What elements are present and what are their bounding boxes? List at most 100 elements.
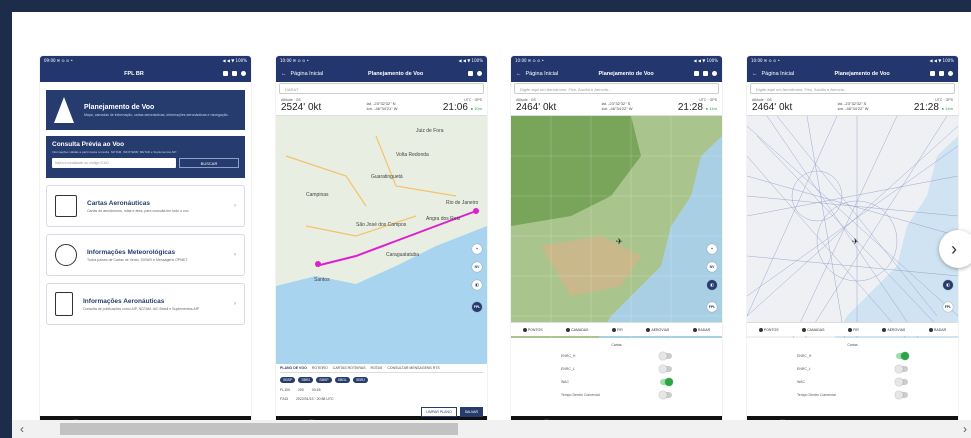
scroll-left-arrow-icon[interactable]: ‹ xyxy=(20,420,24,438)
tab-radar[interactable]: RADAR xyxy=(928,327,946,332)
carousel-next-button[interactable]: › xyxy=(939,230,971,268)
clear-plan-button[interactable]: LIMPAR PLANO xyxy=(421,407,457,417)
screenshot-terrain-map[interactable]: 10:00 ✉ ⊙ ⊙ • ◀ ◀ ▼ 100% ← Página Inicia… xyxy=(511,56,722,429)
tab-fir[interactable]: FIR xyxy=(848,327,859,332)
tab-pontos[interactable]: PONTOS xyxy=(522,327,543,332)
card-weather-info[interactable]: Informações Meteorológicas Todos países … xyxy=(46,234,245,276)
waypoint-chip[interactable]: SBRJ xyxy=(352,377,368,383)
card-aeronautical-info[interactable]: Informações Aeronáuticas Consulta de pub… xyxy=(46,283,245,325)
waypoint-chip[interactable]: SBSP xyxy=(280,377,296,383)
search-input[interactable]: DARAT xyxy=(279,83,484,94)
layers-button[interactable]: ◧ xyxy=(707,280,717,290)
layer-toggle-enrc-l[interactable] xyxy=(895,364,908,373)
layers-button[interactable]: ◧ xyxy=(472,280,482,290)
map-place-label: Campinas xyxy=(306,192,329,198)
flight-info-bar: Altitude · GS 2524' 0kt lat. -23°32'32" N… xyxy=(276,96,487,116)
nv-button[interactable]: NV xyxy=(472,262,482,272)
tab-roteiro[interactable]: ROTEIRO xyxy=(312,366,328,370)
scrollbar-thumb[interactable] xyxy=(60,423,458,435)
fpl-button[interactable]: FPL xyxy=(943,302,953,312)
gear-icon[interactable] xyxy=(477,71,482,76)
layer-toggle-wac[interactable] xyxy=(660,377,673,386)
back-label[interactable]: Página Inicial xyxy=(762,71,795,77)
back-label[interactable]: Página Inicial xyxy=(291,71,324,77)
gear-icon[interactable] xyxy=(712,71,717,76)
groundspeed-value: 0kt xyxy=(542,102,557,113)
layer-toggle-tempo[interactable] xyxy=(895,390,908,399)
fpl-button[interactable]: FPL xyxy=(472,302,482,312)
flight-planning-banner[interactable]: Planejamento de Voo Mapa, camadas de inf… xyxy=(46,90,245,130)
card-aeronautical-charts[interactable]: Cartas Aeronáuticas Cartas de aeródromos… xyxy=(46,185,245,227)
tab-pontos[interactable]: PONTOS xyxy=(758,327,779,332)
zoom-in-button[interactable]: + xyxy=(472,244,482,254)
utc-time: 21:06 xyxy=(442,102,468,113)
status-time: 10:00 ✉ ⊙ ⊙ • xyxy=(515,58,545,63)
layer-label: ENRC_L xyxy=(797,366,811,371)
altitude-value: 2524' xyxy=(281,102,306,113)
lock-icon[interactable] xyxy=(930,71,935,76)
tab-radar[interactable]: RADAR xyxy=(692,327,710,332)
tab-aerovias[interactable]: AEROVIAS xyxy=(882,327,905,332)
layers-button[interactable]: ◧ xyxy=(943,280,953,290)
nv-button[interactable]: NV xyxy=(707,262,717,272)
duration-field[interactable]: 00:45 xyxy=(312,388,321,392)
tab-rotas[interactable]: ROTAS xyxy=(371,366,383,370)
folder-icon[interactable] xyxy=(703,71,708,76)
back-arrow-icon[interactable]: ← xyxy=(281,71,287,77)
back-label[interactable]: Página Inicial xyxy=(526,71,559,77)
screenshot-route-map[interactable]: 10:00 ✉ ⊙ ⊙ • ◀ ◀ ▼ 100% ← Página Inicia… xyxy=(276,56,487,429)
app-bar: ← Página Inicial Planejamento de Voo xyxy=(276,65,487,82)
back-arrow-icon[interactable]: ← xyxy=(752,71,758,77)
tab-fir[interactable]: FIR xyxy=(612,327,623,332)
tab-camadas[interactable]: CAMADAS xyxy=(566,327,588,332)
scroll-right-arrow-icon[interactable]: › xyxy=(963,420,967,438)
save-plan-button[interactable]: SALVAR xyxy=(459,407,483,417)
road-map[interactable]: Juiz de Fora Campinas Guaratinguetá São … xyxy=(276,116,487,364)
horizontal-scrollbar[interactable]: ‹ › xyxy=(12,420,971,438)
search-button[interactable]: BUSCAR xyxy=(179,158,239,168)
waypoint-chip[interactable]: SBGL xyxy=(334,377,350,383)
tab-camadas[interactable]: CAMADAS xyxy=(802,327,825,332)
screenshot-home[interactable]: 09:00 ✉ ⊙ ⊙ • ◀ ◀ ▼ 100% FPL BR Planejam… xyxy=(40,56,251,429)
cast-icon[interactable] xyxy=(223,71,228,76)
utc-time: 21:28 xyxy=(677,102,703,113)
datetime-field[interactable]: 2022/01/13 · 20:58 UTC xyxy=(296,397,334,401)
card-description: Consulta de publicações como AIP, NOTAM,… xyxy=(83,306,200,311)
layer-toggle-wac[interactable] xyxy=(895,377,908,386)
layer-toggle-enrc-l[interactable] xyxy=(659,364,672,373)
waypoint-chip[interactable]: SBRJ xyxy=(298,377,314,383)
tab-cartas-roteiras[interactable]: CARTAS ROTEIRAS xyxy=(333,366,366,370)
flight-plan-panel: PLANO DE VOO ROTEIRO CARTAS ROTEIRAS ROT… xyxy=(276,364,487,417)
folder-icon[interactable] xyxy=(939,71,944,76)
layer-toggle-tempo[interactable] xyxy=(659,390,672,399)
terrain-map[interactable]: ✈ xyxy=(511,116,722,351)
folder-icon[interactable] xyxy=(232,71,237,76)
gear-icon[interactable] xyxy=(948,71,953,76)
tab-flight-plan[interactable]: PLANO DE VOO xyxy=(280,366,307,370)
zoom-in-button[interactable]: + xyxy=(707,244,717,254)
search-input[interactable]: Digite aqui um Aeródromo, Fixo, Auxílio … xyxy=(750,83,955,94)
back-arrow-icon[interactable]: ← xyxy=(516,71,522,77)
search-input[interactable]: Digite aqui um Aeródromo, Fixo, Auxílio … xyxy=(514,83,719,94)
fpl-button[interactable]: FPL xyxy=(707,302,717,312)
card-label: Informações Aeronáuticas xyxy=(83,297,165,305)
airways-map[interactable]: ✈ xyxy=(747,116,958,351)
flight-level-field[interactable]: FL100 xyxy=(280,388,290,392)
radar-icon xyxy=(928,327,933,332)
tab-consultar-mensagens[interactable]: CONSULTAR MENSAGENS RTS xyxy=(387,366,439,370)
screenshot-airways-map[interactable]: 10:00 ✉ ⊙ ⊙ • ◀ ◀ ▼ 100% ← Página Inicia… xyxy=(747,56,958,429)
card-label: Cartas Aeronáuticas xyxy=(87,199,150,207)
locality-input[interactable]: Insira a localidade ou código ICAO xyxy=(52,158,176,168)
waypoint-chip[interactable]: SBSP xyxy=(316,377,332,383)
aircraft-field[interactable]: F243 xyxy=(280,397,288,401)
tab-aerovias[interactable]: AEROVIAS xyxy=(646,327,669,332)
airway-icon xyxy=(646,327,651,332)
lock-icon[interactable] xyxy=(694,71,699,76)
layer-toggle-enrc-h[interactable] xyxy=(896,351,909,360)
gear-icon[interactable] xyxy=(241,71,246,76)
speed-field[interactable]: 200 xyxy=(298,388,304,392)
flight-info-bar: Altitude · GS 2464' 0kt lat. -23°32'32" S… xyxy=(511,96,722,116)
lock-icon[interactable] xyxy=(468,71,473,76)
layer-toggle-enrc-h[interactable] xyxy=(659,351,672,360)
tab-label: CAMADAS xyxy=(807,327,825,332)
